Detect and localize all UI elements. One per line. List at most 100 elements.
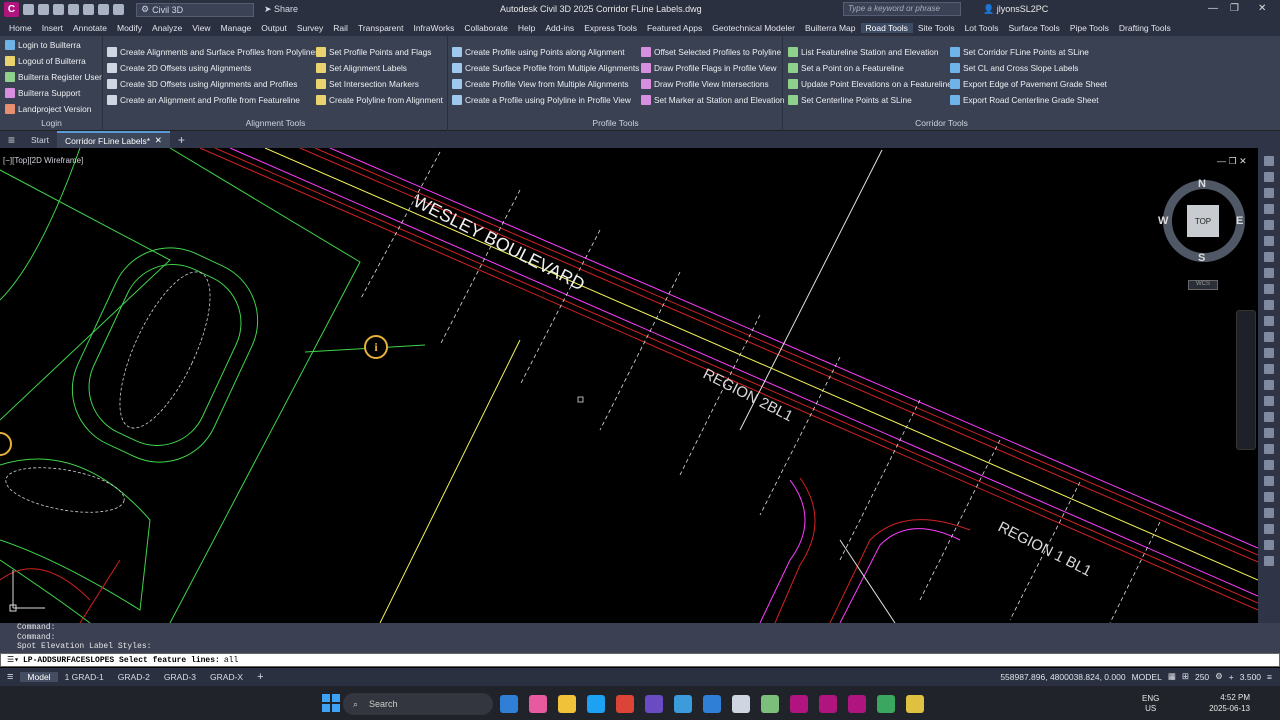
drawing-viewport[interactable]: i WESLEY BOULEVARD REGION 2BL1 REGION 1 … <box>0 148 1258 623</box>
tab-drafting-tools[interactable]: Drafting Tools <box>1114 23 1176 33</box>
ribbon-button-set-marker-at-station-and-elevation[interactable]: Set Marker at Station and Elevation <box>641 93 785 107</box>
open-icon[interactable] <box>38 4 49 15</box>
help-search-input[interactable]: Type a keyword or phrase <box>843 2 961 16</box>
workspace-dropdown[interactable]: ⚙ Civil 3D <box>136 2 254 17</box>
tab-model[interactable]: Model <box>20 672 58 682</box>
palette-tool-icon[interactable] <box>1264 236 1274 246</box>
tab-geotechnical-modeler[interactable]: Geotechnical Modeler <box>707 23 800 33</box>
palette-tool-icon[interactable] <box>1264 348 1274 358</box>
tab-help[interactable]: Help <box>513 23 540 33</box>
panel-title[interactable]: Profile Tools <box>448 118 783 128</box>
hamburger-menu-icon[interactable]: ≡ <box>0 131 23 148</box>
palette-tool-icon[interactable] <box>1264 268 1274 278</box>
tab-start[interactable]: Start <box>23 131 57 148</box>
palette-tool-icon[interactable] <box>1264 204 1274 214</box>
login-item-3[interactable]: Builterra Support <box>5 86 80 100</box>
restore-icon[interactable]: ❐ <box>1230 3 1239 14</box>
ribbon-button-export-road-centerline-grade-sheet[interactable]: Export Road Centerline Grade Sheet <box>950 93 1099 107</box>
tab-home[interactable]: Home <box>4 23 37 33</box>
ribbon-button-create-2d-offsets-using-alignments[interactable]: Create 2D Offsets using Alignments <box>107 61 251 75</box>
palette-tool-icon[interactable] <box>1264 444 1274 454</box>
tab-view[interactable]: View <box>187 23 215 33</box>
close-icon[interactable]: ✕ <box>1258 3 1266 14</box>
taskbar-app-icon[interactable] <box>906 695 924 713</box>
palette-tool-icon[interactable] <box>1264 252 1274 262</box>
grid-icon[interactable]: ▦ <box>1168 671 1176 682</box>
tab-survey[interactable]: Survey <box>292 23 328 33</box>
tab-collaborate[interactable]: Collaborate <box>459 23 512 33</box>
palette-tool-icon[interactable] <box>1264 524 1274 534</box>
panel-title[interactable]: Corridor Tools <box>783 118 1100 128</box>
system-clock[interactable]: 4:52 PM 2025-06-13 <box>1209 692 1250 714</box>
ribbon-button-set-intersection-markers[interactable]: Set Intersection Markers <box>316 77 419 91</box>
taskbar-app-icon[interactable] <box>761 695 779 713</box>
input-language[interactable]: ENG US <box>1142 694 1159 714</box>
taskbar-app-icon[interactable] <box>703 695 721 713</box>
ribbon-button-export-edge-of-pavement-grade-sheet[interactable]: Export Edge of Pavement Grade Sheet <box>950 77 1107 91</box>
palette-tool-icon[interactable] <box>1264 460 1274 470</box>
ribbon-button-set-cl-and-cross-slope-labels[interactable]: Set CL and Cross Slope Labels <box>950 61 1078 75</box>
save-as-icon[interactable] <box>68 4 79 15</box>
tab-surface-tools[interactable]: Surface Tools <box>1003 23 1064 33</box>
model-space-toggle[interactable]: MODEL <box>1132 672 1162 682</box>
taskbar-app-icon[interactable] <box>732 695 750 713</box>
tab-builterra-map[interactable]: Builterra Map <box>800 23 861 33</box>
ribbon-button-set-corridor-fline-points-at-sline[interactable]: Set Corridor FLine Points at SLine <box>950 45 1089 59</box>
taskbar-app-icon[interactable] <box>558 695 576 713</box>
ribbon-button-list-featureline-station-and-elevation[interactable]: List Featureline Station and Elevation <box>788 45 938 59</box>
tab-modify[interactable]: Modify <box>112 23 147 33</box>
palette-tool-icon[interactable] <box>1264 508 1274 518</box>
tab-annotate[interactable]: Annotate <box>68 23 112 33</box>
navigation-bar[interactable] <box>1236 310 1256 450</box>
taskbar-search[interactable]: ⌕ Search <box>343 693 493 715</box>
ribbon-button-create-surface-profile-from-multiple-ali[interactable]: Create Surface Profile from Multiple Ali… <box>452 61 639 75</box>
palette-tool-icon[interactable] <box>1264 332 1274 342</box>
ribbon-button-set-profile-points-and-flags[interactable]: Set Profile Points and Flags <box>316 45 431 59</box>
compass-west[interactable]: W <box>1158 215 1168 227</box>
tab-layout-grad-1[interactable]: 1 GRAD-1 <box>58 672 111 682</box>
tab-insert[interactable]: Insert <box>37 23 68 33</box>
palette-tool-icon[interactable] <box>1264 156 1274 166</box>
palette-tool-icon[interactable] <box>1264 492 1274 502</box>
palette-tool-icon[interactable] <box>1264 412 1274 422</box>
ribbon-button-update-point-elevations-on-a-featureline[interactable]: Update Point Elevations on a Featureline <box>788 77 952 91</box>
tab-infraworks[interactable]: InfraWorks <box>408 23 459 33</box>
ribbon-button-create-an-alignment-and-profile-from-fea[interactable]: Create an Alignment and Profile from Fea… <box>107 93 300 107</box>
tab-express-tools[interactable]: Express Tools <box>579 23 642 33</box>
ribbon-button-create-polyline-from-alignment[interactable]: Create Polyline from Alignment <box>316 93 443 107</box>
login-item-4[interactable]: Landproject Version <box>5 102 91 116</box>
windows-start-icon[interactable] <box>322 694 340 712</box>
viewport-window-controls[interactable]: — ❐ ✕ <box>1217 156 1247 167</box>
palette-tool-icon[interactable] <box>1264 476 1274 486</box>
ribbon-button-draw-profile-view-intersections[interactable]: Draw Profile View Intersections <box>641 77 769 91</box>
hamburger-layouts-icon[interactable]: ≡ <box>0 671 20 683</box>
taskbar-app-icon[interactable] <box>645 695 663 713</box>
taskbar-app-icon[interactable] <box>529 695 547 713</box>
save-icon[interactable] <box>53 4 64 15</box>
plot-icon[interactable] <box>83 4 94 15</box>
tab-site-tools[interactable]: Site Tools <box>913 23 960 33</box>
panel-title[interactable]: Alignment Tools <box>103 118 448 128</box>
viewcube-top[interactable]: TOP <box>1187 205 1219 237</box>
app-menu-icon[interactable]: C <box>4 2 19 17</box>
coordinates-readout[interactable]: 558987.896, 4800038.824, 0.000 <box>1000 672 1125 682</box>
annotation-scale[interactable]: 250 <box>1195 672 1209 682</box>
tab-transparent[interactable]: Transparent <box>353 23 409 33</box>
tab-analyze[interactable]: Analyze <box>147 23 187 33</box>
ribbon-button-create-a-profile-using-polyline-in-profi[interactable]: Create a Profile using Polyline in Profi… <box>452 93 631 107</box>
viewport-controls-label[interactable]: [−][Top][2D Wireframe] <box>3 156 83 165</box>
share-button[interactable]: ➤ Share <box>264 4 298 15</box>
tab-rail[interactable]: Rail <box>328 23 353 33</box>
palette-tool-icon[interactable] <box>1264 428 1274 438</box>
new-icon[interactable] <box>23 4 34 15</box>
palette-tool-icon[interactable] <box>1264 284 1274 294</box>
ribbon-button-offset-selected-profiles-to-polyline[interactable]: Offset Selected Profiles to Polyline <box>641 45 781 59</box>
compass-south[interactable]: S <box>1198 252 1205 264</box>
palette-tool-icon[interactable] <box>1264 396 1274 406</box>
ribbon-button-draw-profile-flags-in-profile-view[interactable]: Draw Profile Flags in Profile View <box>641 61 777 75</box>
tab-corridor-fline-labels[interactable]: Corridor FLine Labels* ✕ <box>56 131 170 148</box>
ribbon-button-create-profile-view-from-multiple-alignm[interactable]: Create Profile View from Multiple Alignm… <box>452 77 629 91</box>
ribbon-button-create-profile-using-points-along-alignm[interactable]: Create Profile using Points along Alignm… <box>452 45 625 59</box>
gear-icon[interactable]: ⚙ <box>1215 671 1223 682</box>
palette-tool-icon[interactable] <box>1264 316 1274 326</box>
